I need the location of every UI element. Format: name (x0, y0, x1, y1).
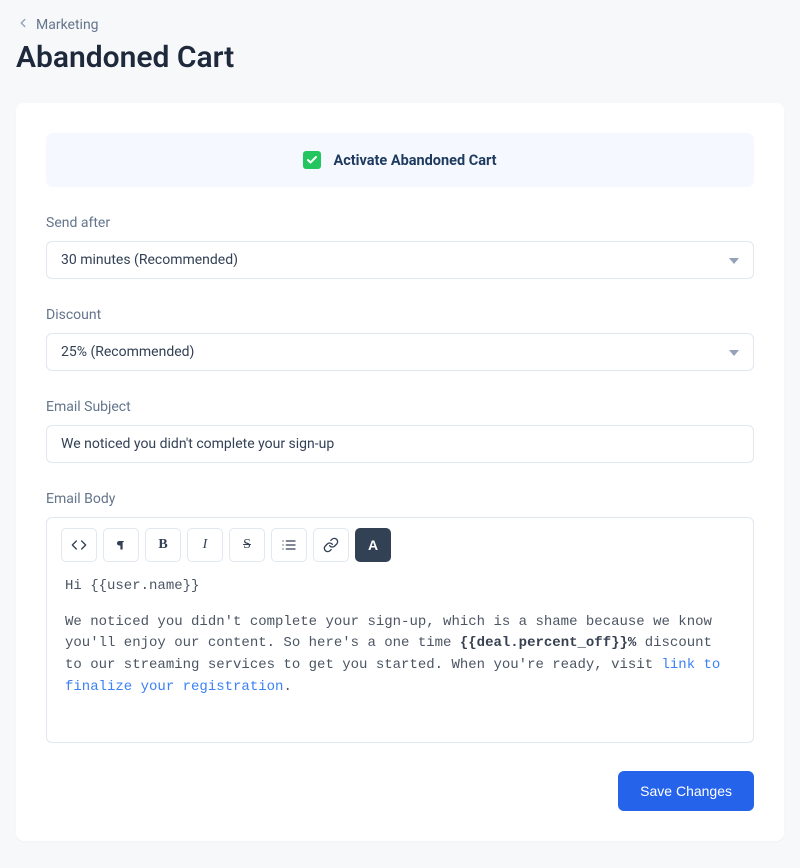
discount-value: 25% (Recommended) (61, 344, 194, 360)
subject-group: Email Subject (46, 399, 754, 463)
send-after-value: 30 minutes (Recommended) (61, 252, 238, 268)
paragraph-button[interactable] (103, 528, 139, 562)
body-paragraph: We noticed you didn't complete your sign… (65, 612, 735, 699)
email-body-editor: B I S A (46, 517, 754, 743)
subject-label: Email Subject (46, 399, 754, 415)
code-view-button[interactable] (61, 528, 97, 562)
body-label: Email Body (46, 491, 754, 507)
activate-label: Activate Abandoned Cart (333, 152, 496, 169)
chevron-left-icon (16, 16, 30, 34)
bold-icon: B (158, 537, 167, 553)
actions-row: Save Changes (46, 771, 754, 811)
body-group: Email Body B I S (46, 491, 754, 743)
pilcrow-icon (113, 537, 129, 553)
send-after-label: Send after (46, 215, 754, 231)
caret-down-icon (729, 252, 739, 268)
breadcrumb-label: Marketing (36, 17, 99, 33)
subject-input[interactable] (46, 425, 754, 463)
discount-group: Discount 25% (Recommended) (46, 307, 754, 371)
list-icon (281, 537, 297, 553)
activate-section: Activate Abandoned Cart (46, 133, 754, 187)
editor-content[interactable]: Hi {{user.name}} We noticed you didn't c… (47, 572, 753, 742)
activate-checkbox[interactable] (303, 151, 321, 169)
bold-button[interactable]: B (145, 528, 181, 562)
text-style-button[interactable]: A (355, 528, 391, 562)
body-greeting: Hi {{user.name}} (65, 576, 735, 598)
save-button[interactable]: Save Changes (618, 771, 754, 811)
code-icon (71, 537, 87, 553)
italic-icon: I (203, 537, 208, 553)
discount-select[interactable]: 25% (Recommended) (46, 333, 754, 371)
checkmark-icon (306, 154, 318, 166)
discount-label: Discount (46, 307, 754, 323)
strikethrough-icon: S (243, 537, 251, 553)
text-style-icon: A (368, 537, 378, 553)
send-after-group: Send after 30 minutes (Recommended) (46, 215, 754, 279)
list-button[interactable] (271, 528, 307, 562)
page-title: Abandoned Cart (16, 40, 784, 75)
editor-toolbar: B I S A (47, 518, 753, 572)
italic-button[interactable]: I (187, 528, 223, 562)
caret-down-icon (729, 344, 739, 360)
send-after-select[interactable]: 30 minutes (Recommended) (46, 241, 754, 279)
strikethrough-button[interactable]: S (229, 528, 265, 562)
link-icon (323, 537, 339, 553)
breadcrumb[interactable]: Marketing (16, 16, 784, 34)
link-button[interactable] (313, 528, 349, 562)
settings-card: Activate Abandoned Cart Send after 30 mi… (16, 103, 784, 841)
